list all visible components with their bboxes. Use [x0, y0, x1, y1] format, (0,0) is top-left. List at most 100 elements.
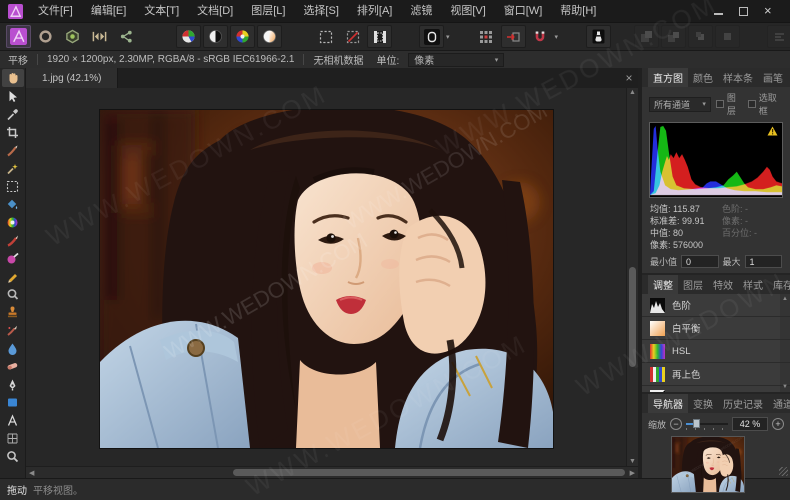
scroll-down-icon[interactable]: ▼	[782, 384, 788, 390]
tab-styles[interactable]: 样式	[738, 275, 768, 294]
text-tool[interactable]	[2, 411, 24, 429]
list-item-levels[interactable]: 色阶	[642, 294, 790, 317]
assistant-button[interactable]	[586, 25, 611, 48]
vertical-scrollbar[interactable]: ▲ ▼	[626, 88, 638, 466]
tab-history[interactable]: 历史记录	[718, 394, 768, 413]
select-all-button[interactable]	[313, 25, 338, 48]
color-picker-tool[interactable]	[2, 105, 24, 123]
scroll-right-icon[interactable]: ▶	[627, 468, 638, 478]
auto-contrast-button[interactable]	[203, 25, 228, 48]
auto-colour-button[interactable]	[230, 25, 255, 48]
crop-tool[interactable]	[2, 123, 24, 141]
horizontal-scroll-thumb[interactable]	[233, 469, 625, 476]
menu-view[interactable]: 视图[V]	[441, 0, 494, 22]
menu-filters[interactable]: 滤镜	[401, 0, 441, 22]
zoom-tool[interactable]	[2, 447, 24, 465]
adjustments-scrollbar[interactable]: ▲ ▼	[780, 294, 790, 392]
colour-replacement-tool[interactable]	[2, 249, 24, 267]
slider-thumb[interactable]	[693, 419, 700, 428]
document-tab[interactable]: 1.jpg (42.1%)	[26, 68, 118, 88]
clipping-warning-icon[interactable]	[767, 126, 778, 136]
tone-mapping-persona-button[interactable]	[87, 25, 112, 48]
horizontal-scrollbar[interactable]: ◀ ▶	[26, 466, 638, 478]
healing-brush-tool[interactable]	[2, 321, 24, 339]
tab-swatches[interactable]: 样本条	[718, 68, 758, 87]
invert-selection-button[interactable]	[367, 25, 392, 48]
snapping-caret-icon[interactable]: ▾	[555, 33, 559, 41]
develop-persona-button[interactable]	[60, 25, 85, 48]
shape-tool[interactable]	[2, 393, 24, 411]
minimize-button[interactable]	[714, 8, 723, 15]
tab-close-icon[interactable]: ×	[620, 68, 638, 88]
blur-tool[interactable]	[2, 339, 24, 357]
menu-arrange[interactable]: 排列[A]	[348, 0, 401, 22]
navigator-thumbnail[interactable]	[672, 437, 744, 492]
panel-resize-grip[interactable]	[779, 467, 788, 476]
selection-brush-tool[interactable]	[2, 141, 24, 159]
menu-text[interactable]: 文本[T]	[135, 0, 188, 22]
menu-help[interactable]: 帮助[H]	[551, 0, 605, 22]
deselect-button[interactable]	[340, 25, 365, 48]
scroll-up-icon[interactable]: ▲	[626, 88, 639, 97]
tab-adjustments[interactable]: 调整	[648, 275, 678, 294]
flood-select-tool[interactable]	[2, 159, 24, 177]
vertical-scroll-thumb[interactable]	[629, 267, 636, 367]
photo-persona-button[interactable]	[6, 25, 31, 48]
marquee-tool[interactable]	[2, 177, 24, 195]
export-persona-button[interactable]	[114, 25, 139, 48]
maximize-button[interactable]	[739, 7, 748, 16]
tab-stock[interactable]: 库存	[768, 275, 790, 294]
channel-dropdown[interactable]: 所有通道 ▾	[649, 97, 711, 112]
pen-tool[interactable]	[2, 375, 24, 393]
min-input[interactable]: 0	[681, 255, 718, 268]
unit-dropdown[interactable]: 像素 ▾	[408, 53, 504, 67]
scroll-up-icon[interactable]: ▲	[782, 296, 788, 302]
zoom-in-button[interactable]: +	[772, 418, 784, 430]
menu-file[interactable]: 文件[F]	[29, 0, 82, 22]
mask-mode-button[interactable]	[419, 25, 444, 48]
list-item-hsl[interactable]: HSL	[642, 340, 790, 363]
mesh-warp-tool[interactable]	[2, 429, 24, 447]
list-item-white-balance[interactable]: 白平衡	[642, 317, 790, 340]
auto-white-balance-button[interactable]	[257, 25, 282, 48]
auto-levels-button[interactable]	[176, 25, 201, 48]
move-by-whole-pixels-button[interactable]	[501, 25, 526, 48]
tab-navigator[interactable]: 导航器	[648, 394, 688, 413]
layer-checkbox[interactable]: 图层	[716, 91, 743, 117]
menu-document[interactable]: 文档[D]	[188, 0, 242, 22]
snapping-button[interactable]	[528, 25, 553, 48]
tab-effects[interactable]: 特效	[708, 275, 738, 294]
paint-brush-tool[interactable]	[2, 231, 24, 249]
tab-layers[interactable]: 图层	[678, 275, 708, 294]
menu-edit[interactable]: 编辑[E]	[82, 0, 135, 22]
pixel-tool[interactable]	[2, 267, 24, 285]
menu-window[interactable]: 窗口[W]	[495, 0, 552, 22]
tab-colour[interactable]: 颜色	[688, 68, 718, 87]
tab-brushes[interactable]: 画笔	[758, 68, 788, 87]
clone-stamp-tool[interactable]	[2, 303, 24, 321]
zoom-out-button[interactable]: −	[670, 418, 682, 430]
marquee-checkbox[interactable]: 选取框	[748, 91, 783, 117]
max-input[interactable]: 1	[745, 255, 782, 268]
move-tool[interactable]	[2, 87, 24, 105]
gradient-tool[interactable]	[2, 213, 24, 231]
grid-toggle-button[interactable]	[474, 25, 499, 48]
tab-channels[interactable]: 通道	[768, 394, 790, 413]
flood-fill-tool[interactable]	[2, 195, 24, 213]
menu-layer[interactable]: 图层[L]	[242, 0, 294, 22]
list-item-black-white[interactable]: 黑白	[642, 386, 790, 392]
canvas[interactable]	[26, 88, 626, 466]
view-tool[interactable]	[2, 69, 24, 87]
erase-tool[interactable]	[2, 357, 24, 375]
liquify-persona-button[interactable]	[33, 25, 58, 48]
scroll-down-icon[interactable]: ▼	[626, 457, 639, 466]
close-button[interactable]: ×	[764, 6, 774, 16]
smudge-tool[interactable]	[2, 285, 24, 303]
tab-histogram[interactable]: 直方图	[648, 68, 688, 87]
zoom-value-input[interactable]: 42 %	[732, 417, 768, 431]
zoom-slider[interactable]	[686, 418, 728, 430]
tab-transform[interactable]: 变换	[688, 394, 718, 413]
mask-mode-caret-icon[interactable]: ▾	[446, 33, 450, 41]
scroll-left-icon[interactable]: ◀	[26, 468, 37, 478]
list-item-recolor[interactable]: 再上色	[642, 363, 790, 386]
